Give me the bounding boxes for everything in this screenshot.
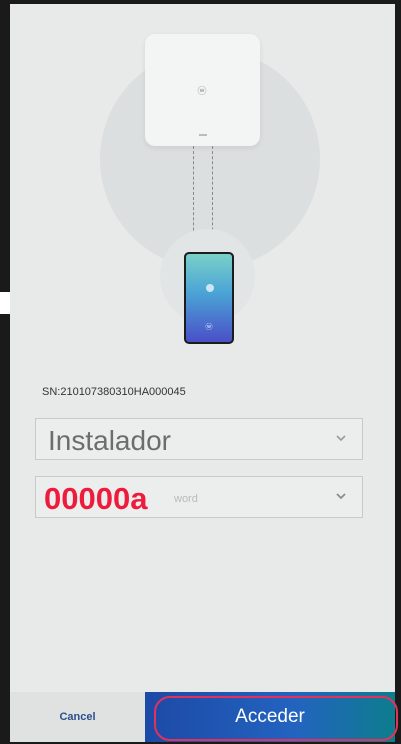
phone-logo-icon: ⓦ: [205, 324, 213, 331]
cancel-button[interactable]: Cancel: [10, 692, 145, 742]
device-indicator: [199, 134, 207, 136]
inverter-device: ⓦ: [145, 34, 260, 146]
huawei-logo-icon: ⓦ: [197, 86, 207, 96]
cancel-button-label: Cancel: [59, 711, 96, 723]
chevron-down-icon[interactable]: [334, 431, 348, 445]
login-button-label: Acceder: [235, 706, 305, 727]
password-placeholder: word: [174, 493, 198, 505]
phone-screen: ⓦ: [186, 254, 232, 342]
serial-number: SN:210107380310HA000045: [42, 386, 186, 398]
edge-highlight: [0, 292, 10, 314]
phone-illustration: ⓦ: [184, 252, 234, 344]
user-select[interactable]: Instalador: [35, 418, 363, 460]
chevron-down-icon[interactable]: [334, 489, 348, 503]
login-screen: ⓦ ⓦ SN:210107380310HA000045: [10, 4, 395, 742]
phone-app-icon: [206, 284, 214, 292]
password-field[interactable]: 00000a word: [35, 476, 363, 518]
login-button[interactable]: Acceder: [145, 692, 395, 742]
user-select-value: Instalador: [48, 425, 171, 456]
password-value: 00000a: [44, 481, 148, 516]
